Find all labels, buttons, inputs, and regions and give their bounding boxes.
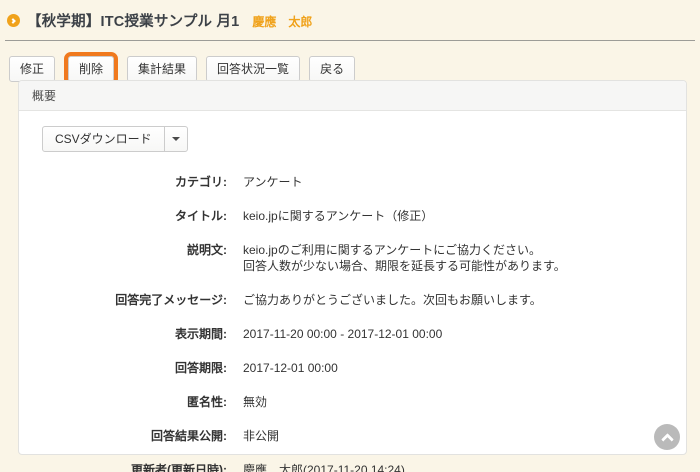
response-status-list-button[interactable]: 回答状況一覧 <box>206 56 300 82</box>
field-label: 回答完了メッセージ: <box>31 292 243 308</box>
field-anonymity: 匿名性: 無効 <box>31 394 674 410</box>
overview-panel: 概要 CSVダウンロード カテゴリ: アンケート タイトル: keio.jpに関… <box>18 80 687 455</box>
field-label: 回答期限: <box>31 360 243 376</box>
field-display-period: 表示期間: 2017-11-20 00:00 - 2017-12-01 00:0… <box>31 326 674 342</box>
page-title: 【秋学期】ITC授業サンプル 月1 <box>27 10 239 31</box>
back-button[interactable]: 戻る <box>309 56 355 82</box>
field-label: タイトル: <box>31 208 243 224</box>
field-label: 更新者(更新日時): <box>31 462 243 472</box>
field-value: 2017-11-20 00:00 - 2017-12-01 00:00 <box>243 326 442 342</box>
field-label: 回答結果公開: <box>31 428 243 444</box>
edit-button[interactable]: 修正 <box>9 56 55 82</box>
csv-download-button[interactable]: CSVダウンロード <box>42 126 165 152</box>
csv-download-button-group: CSVダウンロード <box>42 126 188 152</box>
field-value: 2017-12-01 00:00 <box>243 360 338 376</box>
field-value: keio.jpのご利用に関するアンケートにご協力ください。 回答人数が少ない場合… <box>243 242 566 274</box>
csv-download-dropdown-toggle[interactable] <box>164 126 188 152</box>
user-name: 慶應 太郎 <box>252 11 312 30</box>
caret-down-icon <box>172 137 180 141</box>
field-category: カテゴリ: アンケート <box>31 174 674 190</box>
field-value: 慶應 太郎(2017-11-20 14:24) <box>243 462 405 472</box>
field-result-publication: 回答結果公開: 非公開 <box>31 428 674 444</box>
field-value: 無効 <box>243 394 267 410</box>
scroll-to-top-button[interactable] <box>654 424 680 450</box>
field-title: タイトル: keio.jpに関するアンケート（修正） <box>31 208 674 224</box>
field-completion-message: 回答完了メッセージ: ご協力ありがとうございました。次回もお願いします。 <box>31 292 674 308</box>
chevron-right-icon <box>7 14 20 27</box>
field-value: アンケート <box>243 174 303 190</box>
field-label: 表示期間: <box>31 326 243 342</box>
aggregate-results-button[interactable]: 集計結果 <box>127 56 197 82</box>
field-label: 説明文: <box>31 242 243 274</box>
field-value: 非公開 <box>243 428 279 444</box>
header-divider <box>5 40 695 41</box>
page-header: 【秋学期】ITC授業サンプル 月1 慶應 太郎 <box>0 0 700 31</box>
field-description: 説明文: keio.jpのご利用に関するアンケートにご協力ください。 回答人数が… <box>31 242 674 274</box>
survey-detail-page: 【秋学期】ITC授業サンプル 月1 慶應 太郎 修正 削除 集計結果 回答状況一… <box>0 0 700 472</box>
field-label: カテゴリ: <box>31 174 243 190</box>
overview-panel-title: 概要 <box>19 81 686 111</box>
field-response-deadline: 回答期限: 2017-12-01 00:00 <box>31 360 674 376</box>
field-list: カテゴリ: アンケート タイトル: keio.jpに関するアンケート（修正） 説… <box>31 165 674 472</box>
field-value: ご協力ありがとうございました。次回もお願いします。 <box>243 292 542 308</box>
field-updater: 更新者(更新日時): 慶應 太郎(2017-11-20 14:24) <box>31 462 674 472</box>
overview-panel-body: CSVダウンロード カテゴリ: アンケート タイトル: keio.jpに関するア… <box>19 111 686 472</box>
field-label: 匿名性: <box>31 394 243 410</box>
chevron-up-icon <box>661 433 674 446</box>
field-value: keio.jpに関するアンケート（修正） <box>243 208 433 224</box>
delete-button[interactable]: 削除 <box>68 56 114 82</box>
